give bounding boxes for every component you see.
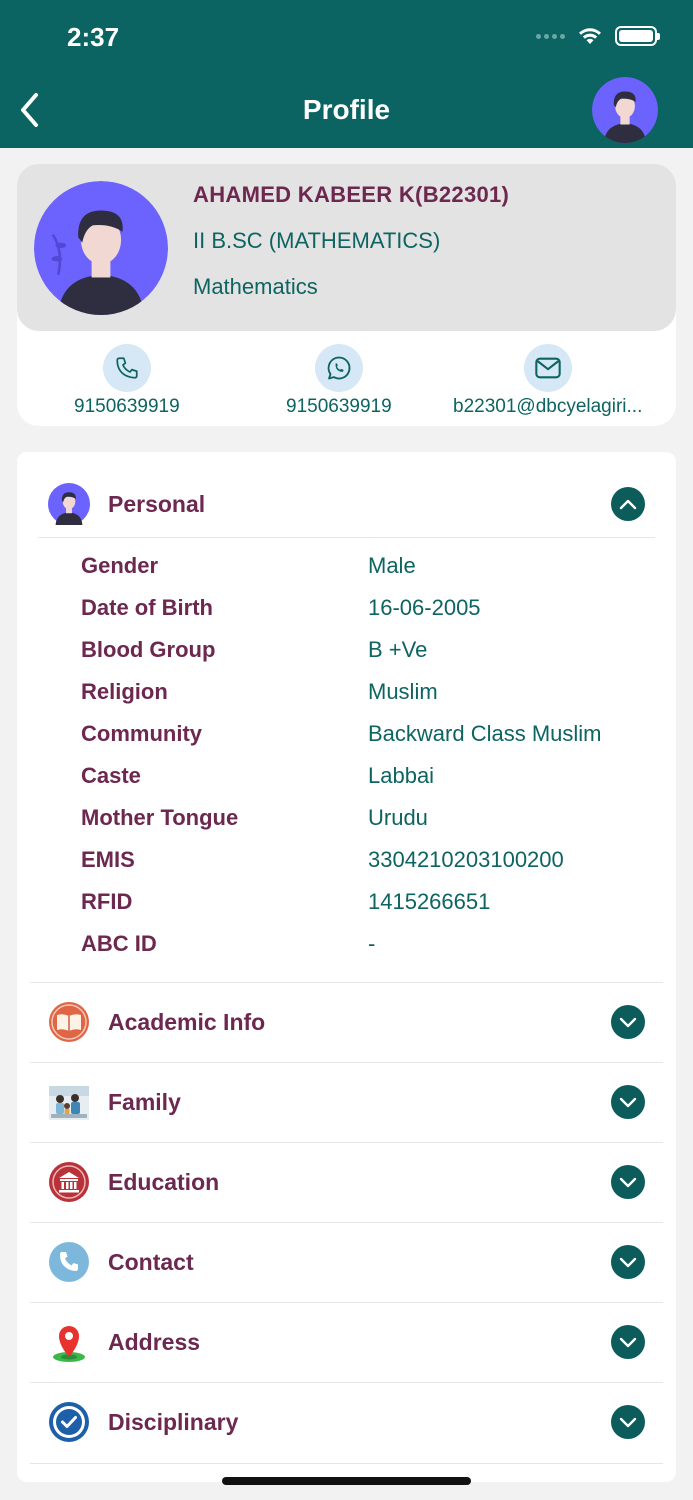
info-value: Labbai — [368, 763, 435, 788]
info-row-dob: Date of Birth 16-06-2005 — [81, 595, 661, 635]
section-academic-header[interactable]: Academic Info — [30, 982, 663, 1062]
info-label: Mother Tongue — [81, 805, 239, 830]
phone-icon — [116, 357, 138, 379]
info-label: Date of Birth — [81, 595, 213, 620]
section-family-label: Family — [108, 1088, 181, 1115]
section-family-header[interactable]: Family — [30, 1062, 663, 1142]
phone-number: 9150639919 — [74, 396, 180, 417]
info-row-mother-tongue: Mother Tongue Urudu — [81, 805, 661, 845]
email-action[interactable]: b22301@dbcyelagiri... — [453, 344, 642, 418]
whatsapp-action[interactable]: 9150639919 — [286, 344, 392, 418]
info-label: Blood Group — [81, 637, 216, 662]
info-label: Religion — [81, 679, 168, 704]
info-value: 1415266651 — [368, 889, 491, 914]
section-academic-label: Academic Info — [108, 1008, 266, 1035]
section-disciplinary-header[interactable]: Disciplinary — [30, 1382, 663, 1462]
chevron-down-icon[interactable] — [611, 1325, 645, 1359]
phone-icon — [48, 1241, 90, 1283]
profile-sections: Personal Gender Male Date of Birth 16-06… — [17, 452, 676, 1482]
section-disciplinary-label: Disciplinary — [108, 1408, 239, 1435]
page-title: Profile — [302, 94, 391, 125]
contact-actions: 9150639919 9150639919 b22301@dbcyelagiri… — [17, 344, 676, 424]
info-label: Gender — [81, 553, 159, 578]
status-time: 2:37 — [67, 22, 120, 52]
personal-icon — [48, 483, 90, 525]
info-row-blood-group: Blood Group B +Ve — [81, 637, 661, 677]
info-row-gender: Gender Male — [81, 553, 661, 593]
info-value: Urudu — [368, 805, 428, 830]
profile-card: AHAMED KABEER K(B22301) II B.SC (MATHEMA… — [17, 164, 676, 426]
header-avatar[interactable] — [592, 77, 658, 143]
chevron-down-icon[interactable] — [611, 1165, 645, 1199]
info-label: ABC ID — [81, 931, 157, 956]
section-personal-label: Personal — [108, 490, 206, 517]
location-pin-icon — [48, 1321, 90, 1363]
profile-summary: AHAMED KABEER K(B22301) II B.SC (MATHEMA… — [17, 164, 676, 331]
info-value: B +Ve — [368, 637, 428, 662]
info-value: - — [368, 931, 376, 956]
mail-icon — [534, 357, 561, 379]
profile-avatar — [34, 181, 168, 315]
divider — [30, 1463, 663, 1464]
app-header: 2:37 Profile — [0, 0, 693, 148]
info-label: Community — [81, 721, 202, 746]
section-personal-header[interactable]: Personal — [30, 464, 663, 544]
institution-icon — [48, 1161, 90, 1203]
status-icons — [536, 26, 660, 46]
section-education-header[interactable]: Education — [30, 1142, 663, 1222]
info-row-emis: EMIS 3304210203100200 — [81, 847, 661, 887]
chevron-down-icon[interactable] — [611, 1405, 645, 1439]
info-value: Backward Class Muslim — [368, 721, 602, 746]
signal-icon — [536, 33, 565, 39]
section-education-label: Education — [108, 1168, 220, 1195]
info-value: 16-06-2005 — [368, 595, 481, 620]
whatsapp-icon — [327, 356, 351, 380]
section-contact-header[interactable]: Contact — [30, 1222, 663, 1302]
info-label: RFID — [81, 889, 133, 914]
check-badge-icon — [48, 1401, 90, 1443]
info-row-religion: Religion Muslim — [81, 679, 661, 719]
battery-icon — [615, 26, 660, 46]
email-address: b22301@dbcyelagiri... — [453, 396, 643, 417]
student-course: II B.SC (MATHEMATICS) — [193, 228, 441, 253]
chevron-down-icon[interactable] — [611, 1245, 645, 1279]
section-contact-label: Contact — [108, 1248, 194, 1275]
home-indicator — [222, 1477, 471, 1485]
info-value: Male — [368, 553, 416, 578]
book-icon — [48, 1001, 90, 1043]
wifi-icon — [579, 28, 601, 44]
info-row-rfid: RFID 1415266651 — [81, 889, 661, 929]
chevron-down-icon[interactable] — [611, 1085, 645, 1119]
info-label: Caste — [81, 763, 141, 788]
info-label: EMIS — [81, 847, 135, 872]
info-row-abc-id: ABC ID - — [81, 931, 661, 971]
divider — [38, 537, 655, 538]
chevron-down-icon[interactable] — [611, 1005, 645, 1039]
student-department: Mathematics — [193, 274, 318, 299]
section-address-header[interactable]: Address — [30, 1302, 663, 1382]
info-row-community: Community Backward Class Muslim — [81, 721, 661, 761]
whatsapp-number: 9150639919 — [286, 396, 392, 417]
info-value: 3304210203100200 — [368, 847, 564, 872]
info-value: Muslim — [368, 679, 438, 704]
phone-action[interactable]: 9150639919 — [74, 344, 180, 418]
chevron-up-icon[interactable] — [611, 487, 645, 521]
student-name: AHAMED KABEER K(B22301) — [193, 182, 510, 207]
section-address-label: Address — [108, 1328, 201, 1355]
family-icon — [48, 1081, 90, 1123]
info-row-caste: Caste Labbai — [81, 763, 661, 803]
